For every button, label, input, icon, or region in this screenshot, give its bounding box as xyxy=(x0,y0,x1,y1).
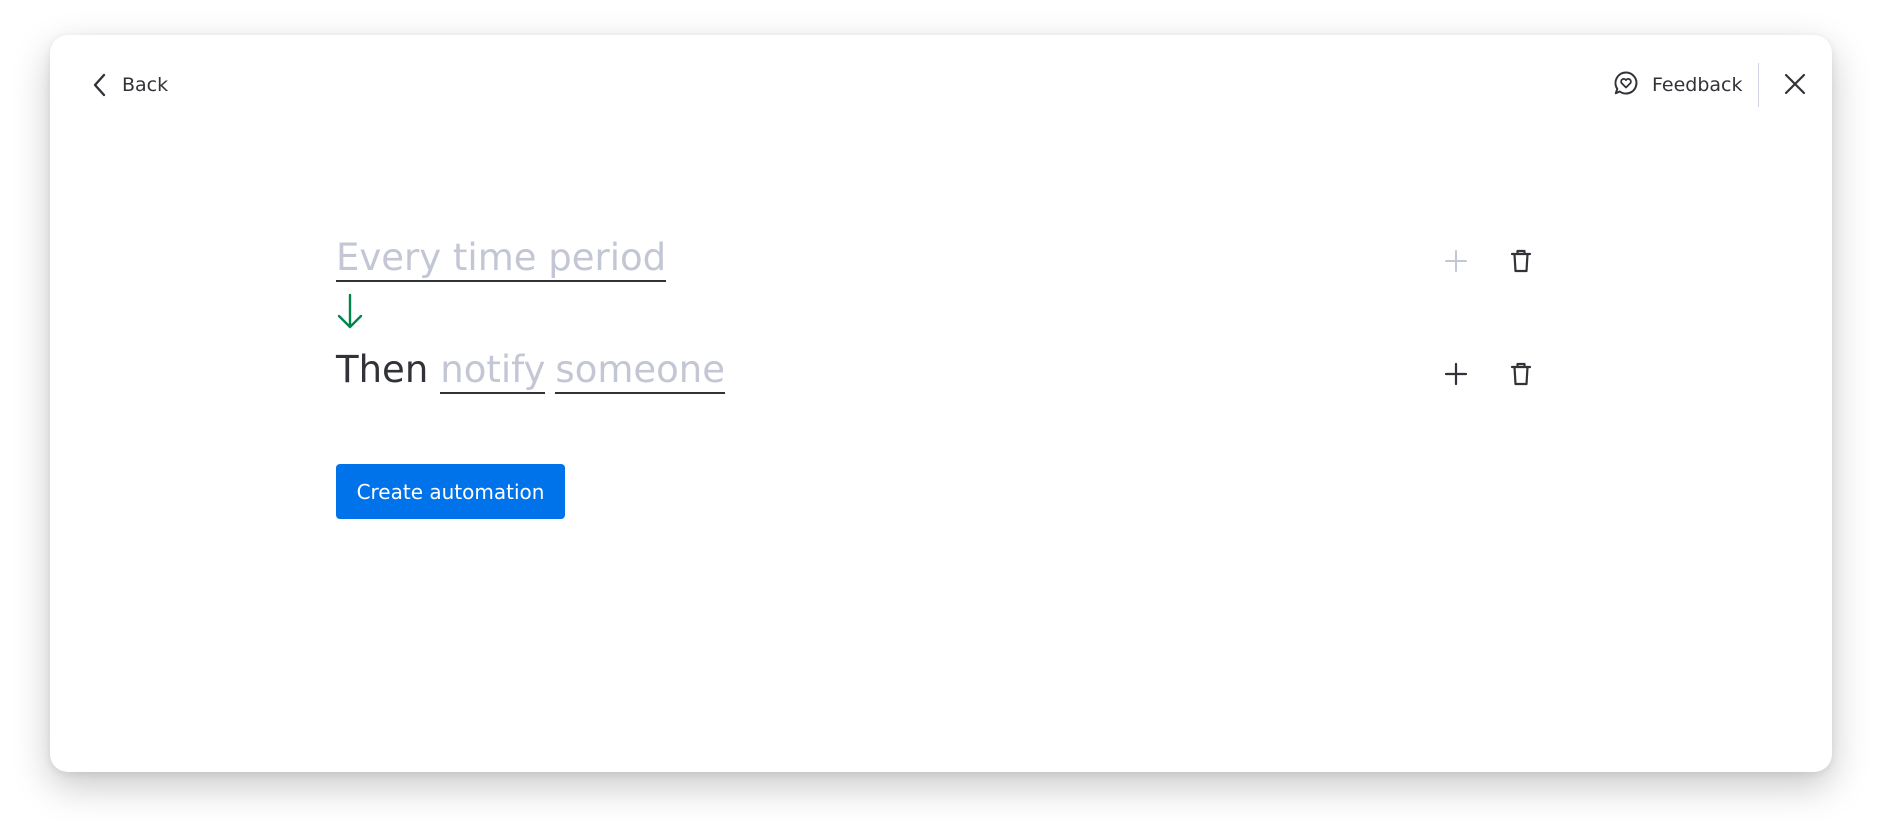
create-automation-button[interactable]: Create automation xyxy=(336,464,565,519)
trash-icon xyxy=(1509,248,1533,278)
action-prefix: Then xyxy=(336,348,429,391)
action-someone-token[interactable]: someone xyxy=(555,348,725,394)
feedback-button[interactable]: Feedback xyxy=(1613,68,1742,102)
close-icon xyxy=(1784,73,1806,99)
plus-icon xyxy=(1444,362,1468,390)
trigger-delete-button[interactable] xyxy=(1504,246,1538,280)
action-notify-token[interactable]: notify xyxy=(440,348,546,394)
back-label: Back xyxy=(122,74,169,96)
trigger-add-button[interactable] xyxy=(1439,246,1473,280)
back-button[interactable]: Back xyxy=(92,68,168,102)
header-divider xyxy=(1758,63,1759,107)
arrow-down-icon xyxy=(337,293,363,335)
trigger-sentence: Every time period xyxy=(336,236,667,282)
feedback-label: Feedback xyxy=(1652,74,1743,96)
chevron-left-icon xyxy=(92,72,108,98)
plus-icon xyxy=(1444,249,1468,277)
close-button[interactable] xyxy=(1780,71,1810,101)
trash-icon xyxy=(1509,361,1533,391)
chat-heart-icon xyxy=(1613,70,1639,100)
action-add-button[interactable] xyxy=(1439,359,1473,393)
trigger-time-period-token[interactable]: Every time period xyxy=(336,236,667,282)
action-delete-button[interactable] xyxy=(1504,359,1538,393)
automation-modal: Back Feedback Every time period Then not… xyxy=(50,35,1832,772)
action-sentence: Then notify someone xyxy=(336,348,725,394)
